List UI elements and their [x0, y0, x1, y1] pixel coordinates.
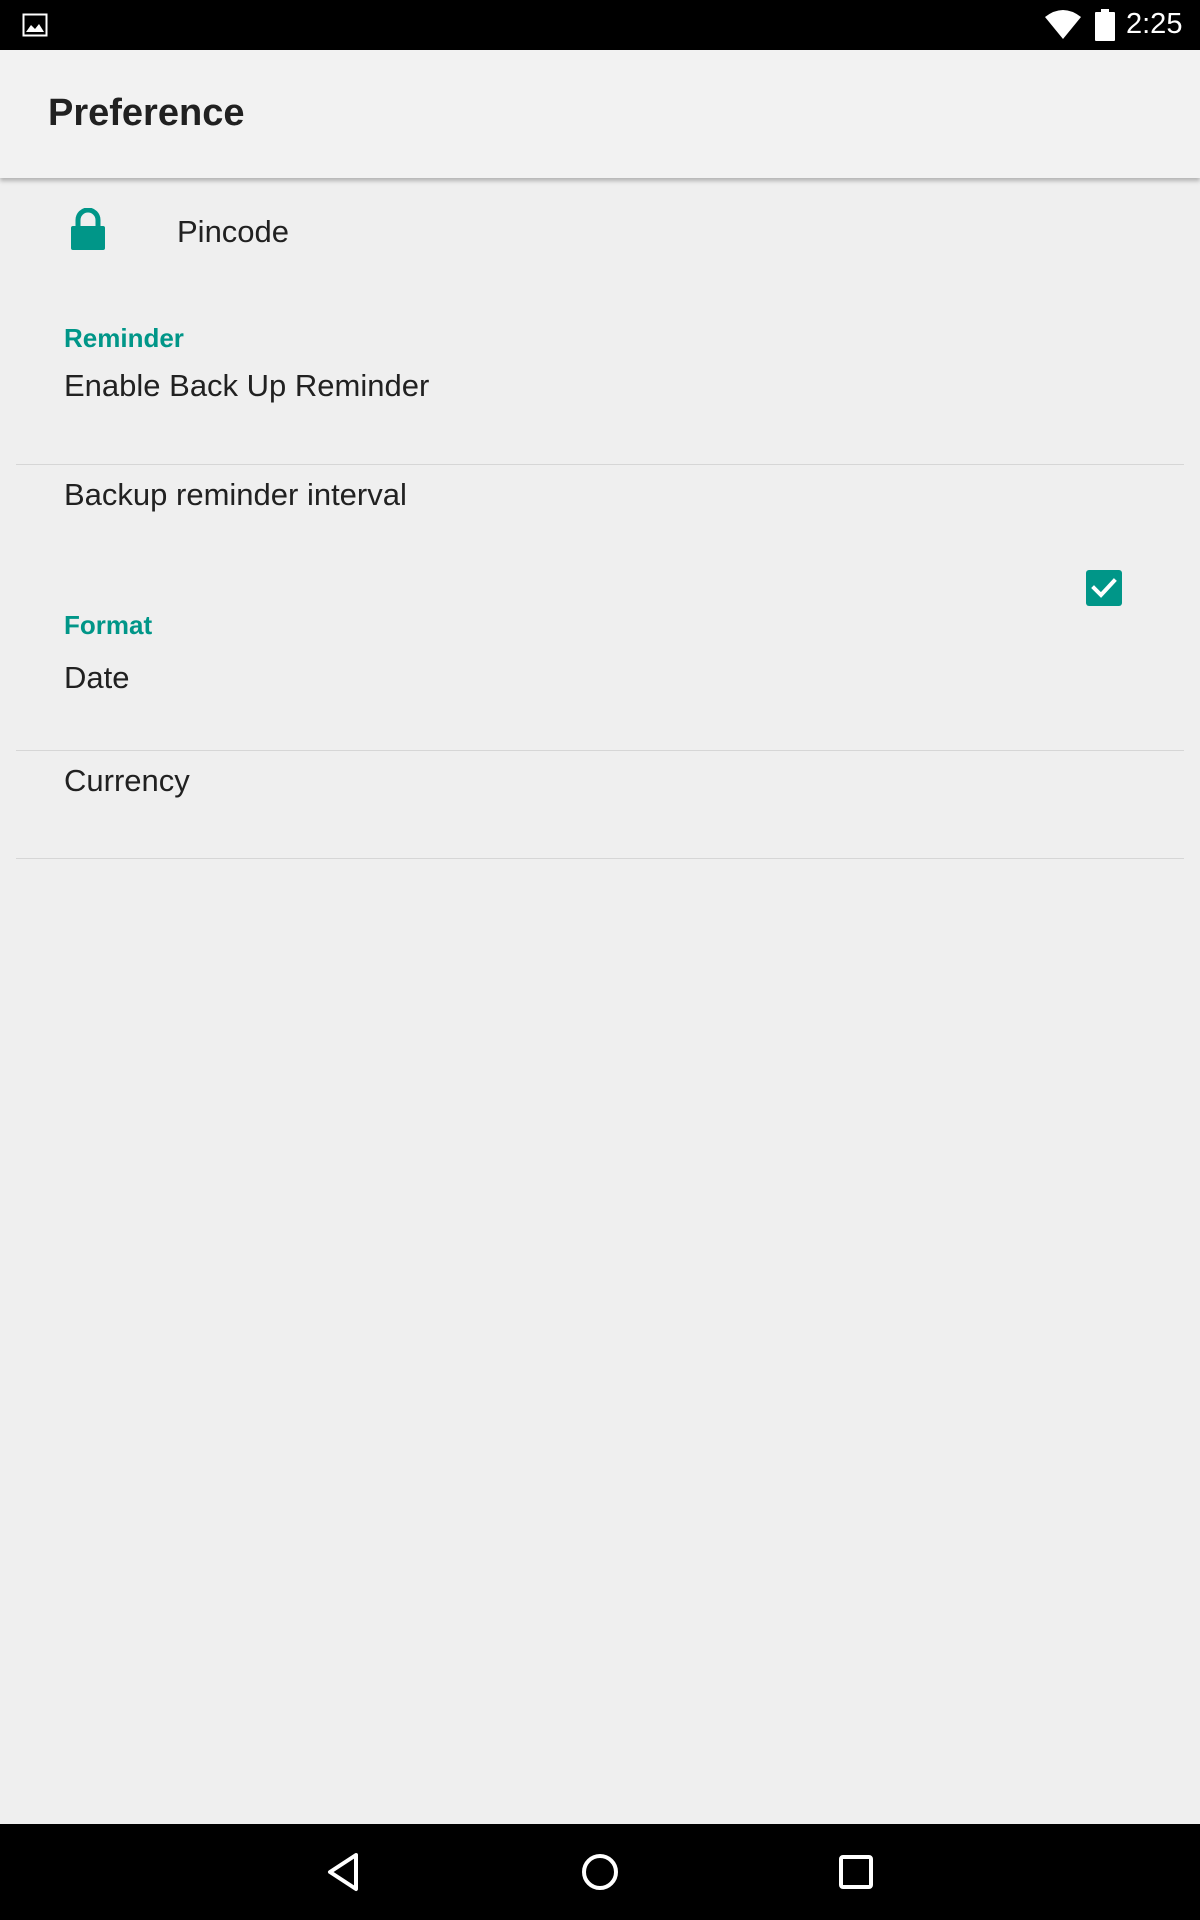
navigation-bar: [0, 1824, 1200, 1920]
reminder-section-header: Reminder: [64, 323, 184, 353]
pincode-preference[interactable]: Pincode: [0, 178, 1200, 288]
enable-backup-reminder-label: Enable Back Up Reminder: [64, 368, 430, 403]
app-bar: Preference: [0, 50, 1200, 178]
status-bar: 2:25: [0, 0, 1200, 50]
home-icon[interactable]: [580, 1852, 620, 1892]
date-label: Date: [64, 660, 130, 695]
currency-label: Currency: [64, 763, 190, 798]
back-icon[interactable]: [324, 1852, 364, 1892]
format-section-header: Format: [64, 610, 153, 640]
lock-icon: [70, 207, 106, 257]
battery-icon: [1094, 9, 1116, 46]
status-time: 2:25: [1126, 8, 1183, 40]
pincode-label: Pincode: [177, 214, 290, 249]
page-title: Preference: [48, 92, 245, 134]
gallery-icon: [22, 13, 48, 42]
currency-preference[interactable]: Currency: [0, 751, 1200, 858]
wifi-icon: [1044, 9, 1082, 44]
divider: [16, 858, 1184, 859]
recents-icon[interactable]: [836, 1852, 876, 1892]
date-preference[interactable]: Date: [0, 648, 1200, 750]
checkmark-icon: [1091, 578, 1117, 598]
backup-reminder-interval-label: Backup reminder interval: [64, 477, 407, 512]
enable-backup-reminder-checkbox[interactable]: [1086, 570, 1122, 606]
backup-reminder-interval-preference[interactable]: Backup reminder interval: [0, 465, 1200, 573]
